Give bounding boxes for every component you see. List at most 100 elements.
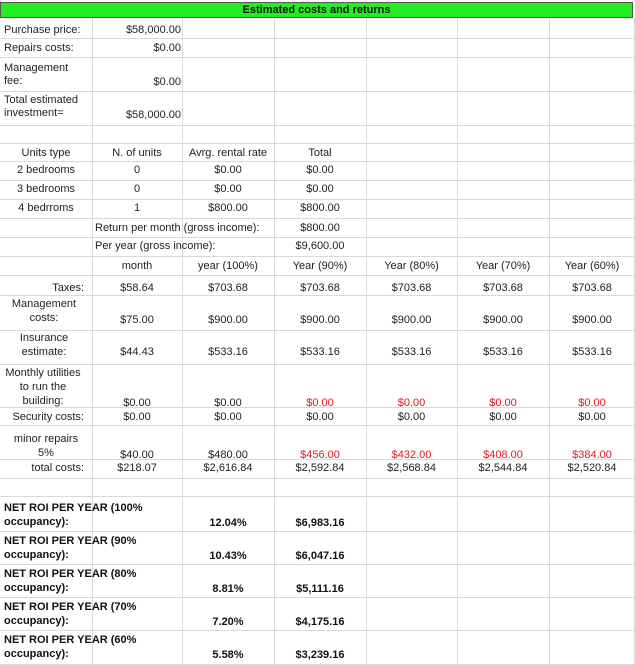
roi-amount[interactable]: $4,175.16: [274, 616, 366, 629]
cost-value-cell[interactable]: $40.00: [92, 449, 182, 462]
grid-horizontal-line: [0, 199, 635, 200]
roi-percent[interactable]: 5.58%: [182, 649, 274, 662]
cost-row-label[interactable]: total costs:: [0, 462, 84, 475]
cost-value-cell[interactable]: $703.68: [182, 282, 274, 295]
cost-value-cell[interactable]: $0.00: [182, 397, 274, 410]
yearly-gross-label[interactable]: Per year (gross income):: [95, 240, 215, 253]
cost-value-cell[interactable]: $2,544.84: [457, 462, 549, 475]
cost-value-cell[interactable]: $75.00: [92, 314, 182, 327]
total-investment-label[interactable]: Total estimated investment=: [4, 94, 88, 120]
cost-value-cell[interactable]: $0.00: [92, 397, 182, 410]
cost-value-cell[interactable]: $408.00: [457, 449, 549, 462]
unit-type-cell[interactable]: 4 bedrroms: [0, 202, 92, 215]
units-type-header[interactable]: Units type: [0, 147, 92, 160]
year-90-header[interactable]: Year (90%): [274, 260, 366, 273]
cost-value-cell[interactable]: $900.00: [549, 314, 635, 327]
roi-percent[interactable]: 7.20%: [182, 616, 274, 629]
roi-amount[interactable]: $6,047.16: [274, 550, 366, 563]
roi-label[interactable]: NET ROI PER YEAR (70% occupancy):: [4, 600, 180, 628]
roi-percent[interactable]: 8.81%: [182, 583, 274, 596]
repairs-costs-label[interactable]: Repairs costs:: [4, 42, 86, 55]
cost-row-label[interactable]: Taxes:: [0, 282, 84, 295]
unit-rate-cell[interactable]: $0.00: [182, 164, 274, 177]
year-100-header[interactable]: year (100%): [182, 260, 274, 273]
cost-value-cell[interactable]: $533.16: [274, 346, 366, 359]
unit-total-cell[interactable]: $0.00: [274, 183, 366, 196]
cost-row-label[interactable]: minor repairs 5%: [10, 432, 82, 460]
cost-row-label[interactable]: Insurance estimate:: [2, 331, 86, 359]
management-fee-label[interactable]: Management fee:: [4, 62, 76, 88]
roi-label[interactable]: NET ROI PER YEAR (90% occupancy):: [4, 534, 180, 562]
cost-value-cell[interactable]: $900.00: [182, 314, 274, 327]
unit-rate-cell[interactable]: $800.00: [182, 202, 274, 215]
cost-value-cell[interactable]: $2,568.84: [366, 462, 457, 475]
purchase-price-value[interactable]: $58,000.00: [95, 24, 181, 37]
sheet-title-banner[interactable]: Estimated costs and returns: [0, 2, 633, 18]
cost-value-cell[interactable]: $432.00: [366, 449, 457, 462]
roi-amount[interactable]: $5,111.16: [274, 583, 366, 596]
management-fee-value[interactable]: $0.00: [95, 76, 181, 89]
cost-value-cell[interactable]: $480.00: [182, 449, 274, 462]
cost-value-cell[interactable]: $2,520.84: [549, 462, 635, 475]
year-80-header[interactable]: Year (80%): [366, 260, 457, 273]
cost-value-cell[interactable]: $0.00: [366, 411, 457, 424]
cost-value-cell[interactable]: $900.00: [366, 314, 457, 327]
units-total-header[interactable]: Total: [274, 147, 366, 160]
cost-row-label[interactable]: Monthly utilities to run the building:: [0, 366, 86, 408]
cost-value-cell[interactable]: $0.00: [457, 411, 549, 424]
cost-value-cell[interactable]: $58.64: [92, 282, 182, 295]
cost-value-cell[interactable]: $0.00: [366, 397, 457, 410]
cost-value-cell[interactable]: $0.00: [549, 397, 635, 410]
monthly-gross-label[interactable]: Return per month (gross income):: [95, 222, 259, 235]
purchase-price-label[interactable]: Purchase price:: [4, 24, 86, 37]
cost-value-cell[interactable]: $2,616.84: [182, 462, 274, 475]
unit-count-cell[interactable]: 0: [92, 164, 182, 177]
cost-value-cell[interactable]: $0.00: [549, 411, 635, 424]
cost-value-cell[interactable]: $0.00: [274, 397, 366, 410]
unit-count-cell[interactable]: 1: [92, 202, 182, 215]
roi-amount[interactable]: $6,983.16: [274, 517, 366, 530]
roi-percent[interactable]: 12.04%: [182, 517, 274, 530]
unit-type-cell[interactable]: 3 bedrooms: [0, 183, 92, 196]
cost-value-cell[interactable]: $703.68: [549, 282, 635, 295]
unit-rate-cell[interactable]: $0.00: [182, 183, 274, 196]
cost-value-cell[interactable]: $0.00: [274, 411, 366, 424]
roi-label[interactable]: NET ROI PER YEAR (60% occupancy):: [4, 633, 180, 661]
year-70-header[interactable]: Year (70%): [457, 260, 549, 273]
cost-value-cell[interactable]: $0.00: [92, 411, 182, 424]
cost-value-cell[interactable]: $2,592.84: [274, 462, 366, 475]
cost-row-label[interactable]: Management costs:: [2, 297, 86, 325]
roi-percent[interactable]: 10.43%: [182, 550, 274, 563]
cost-value-cell[interactable]: $218.07: [92, 462, 182, 475]
unit-type-cell[interactable]: 2 bedrooms: [0, 164, 92, 177]
cost-row-label[interactable]: Security costs:: [0, 411, 84, 424]
cost-value-cell[interactable]: $384.00: [549, 449, 635, 462]
roi-label[interactable]: NET ROI PER YEAR (100% occupancy):: [4, 501, 180, 529]
total-investment-value[interactable]: $58,000.00: [95, 109, 181, 122]
num-units-header[interactable]: N. of units: [92, 147, 182, 160]
roi-amount[interactable]: $3,239.16: [274, 649, 366, 662]
unit-count-cell[interactable]: 0: [92, 183, 182, 196]
cost-value-cell[interactable]: $703.68: [274, 282, 366, 295]
cost-value-cell[interactable]: $533.16: [549, 346, 635, 359]
cost-value-cell[interactable]: $900.00: [274, 314, 366, 327]
yearly-gross-value[interactable]: $9,600.00: [274, 240, 366, 253]
cost-value-cell[interactable]: $0.00: [182, 411, 274, 424]
repairs-costs-value[interactable]: $0.00: [95, 42, 181, 55]
cost-value-cell[interactable]: $533.16: [366, 346, 457, 359]
cost-value-cell[interactable]: $456.00: [274, 449, 366, 462]
year-60-header[interactable]: Year (60%): [549, 260, 635, 273]
cost-value-cell[interactable]: $900.00: [457, 314, 549, 327]
unit-total-cell[interactable]: $0.00: [274, 164, 366, 177]
unit-total-cell[interactable]: $800.00: [274, 202, 366, 215]
cost-value-cell[interactable]: $44.43: [92, 346, 182, 359]
cost-value-cell[interactable]: $703.68: [366, 282, 457, 295]
cost-value-cell[interactable]: $533.16: [182, 346, 274, 359]
cost-value-cell[interactable]: $0.00: [457, 397, 549, 410]
avg-rental-rate-header[interactable]: Avrg. rental rate: [182, 147, 274, 160]
monthly-gross-value[interactable]: $800.00: [274, 222, 366, 235]
month-header[interactable]: month: [92, 260, 182, 273]
cost-value-cell[interactable]: $703.68: [457, 282, 549, 295]
cost-value-cell[interactable]: $533.16: [457, 346, 549, 359]
roi-label[interactable]: NET ROI PER YEAR (80% occupancy):: [4, 567, 180, 595]
